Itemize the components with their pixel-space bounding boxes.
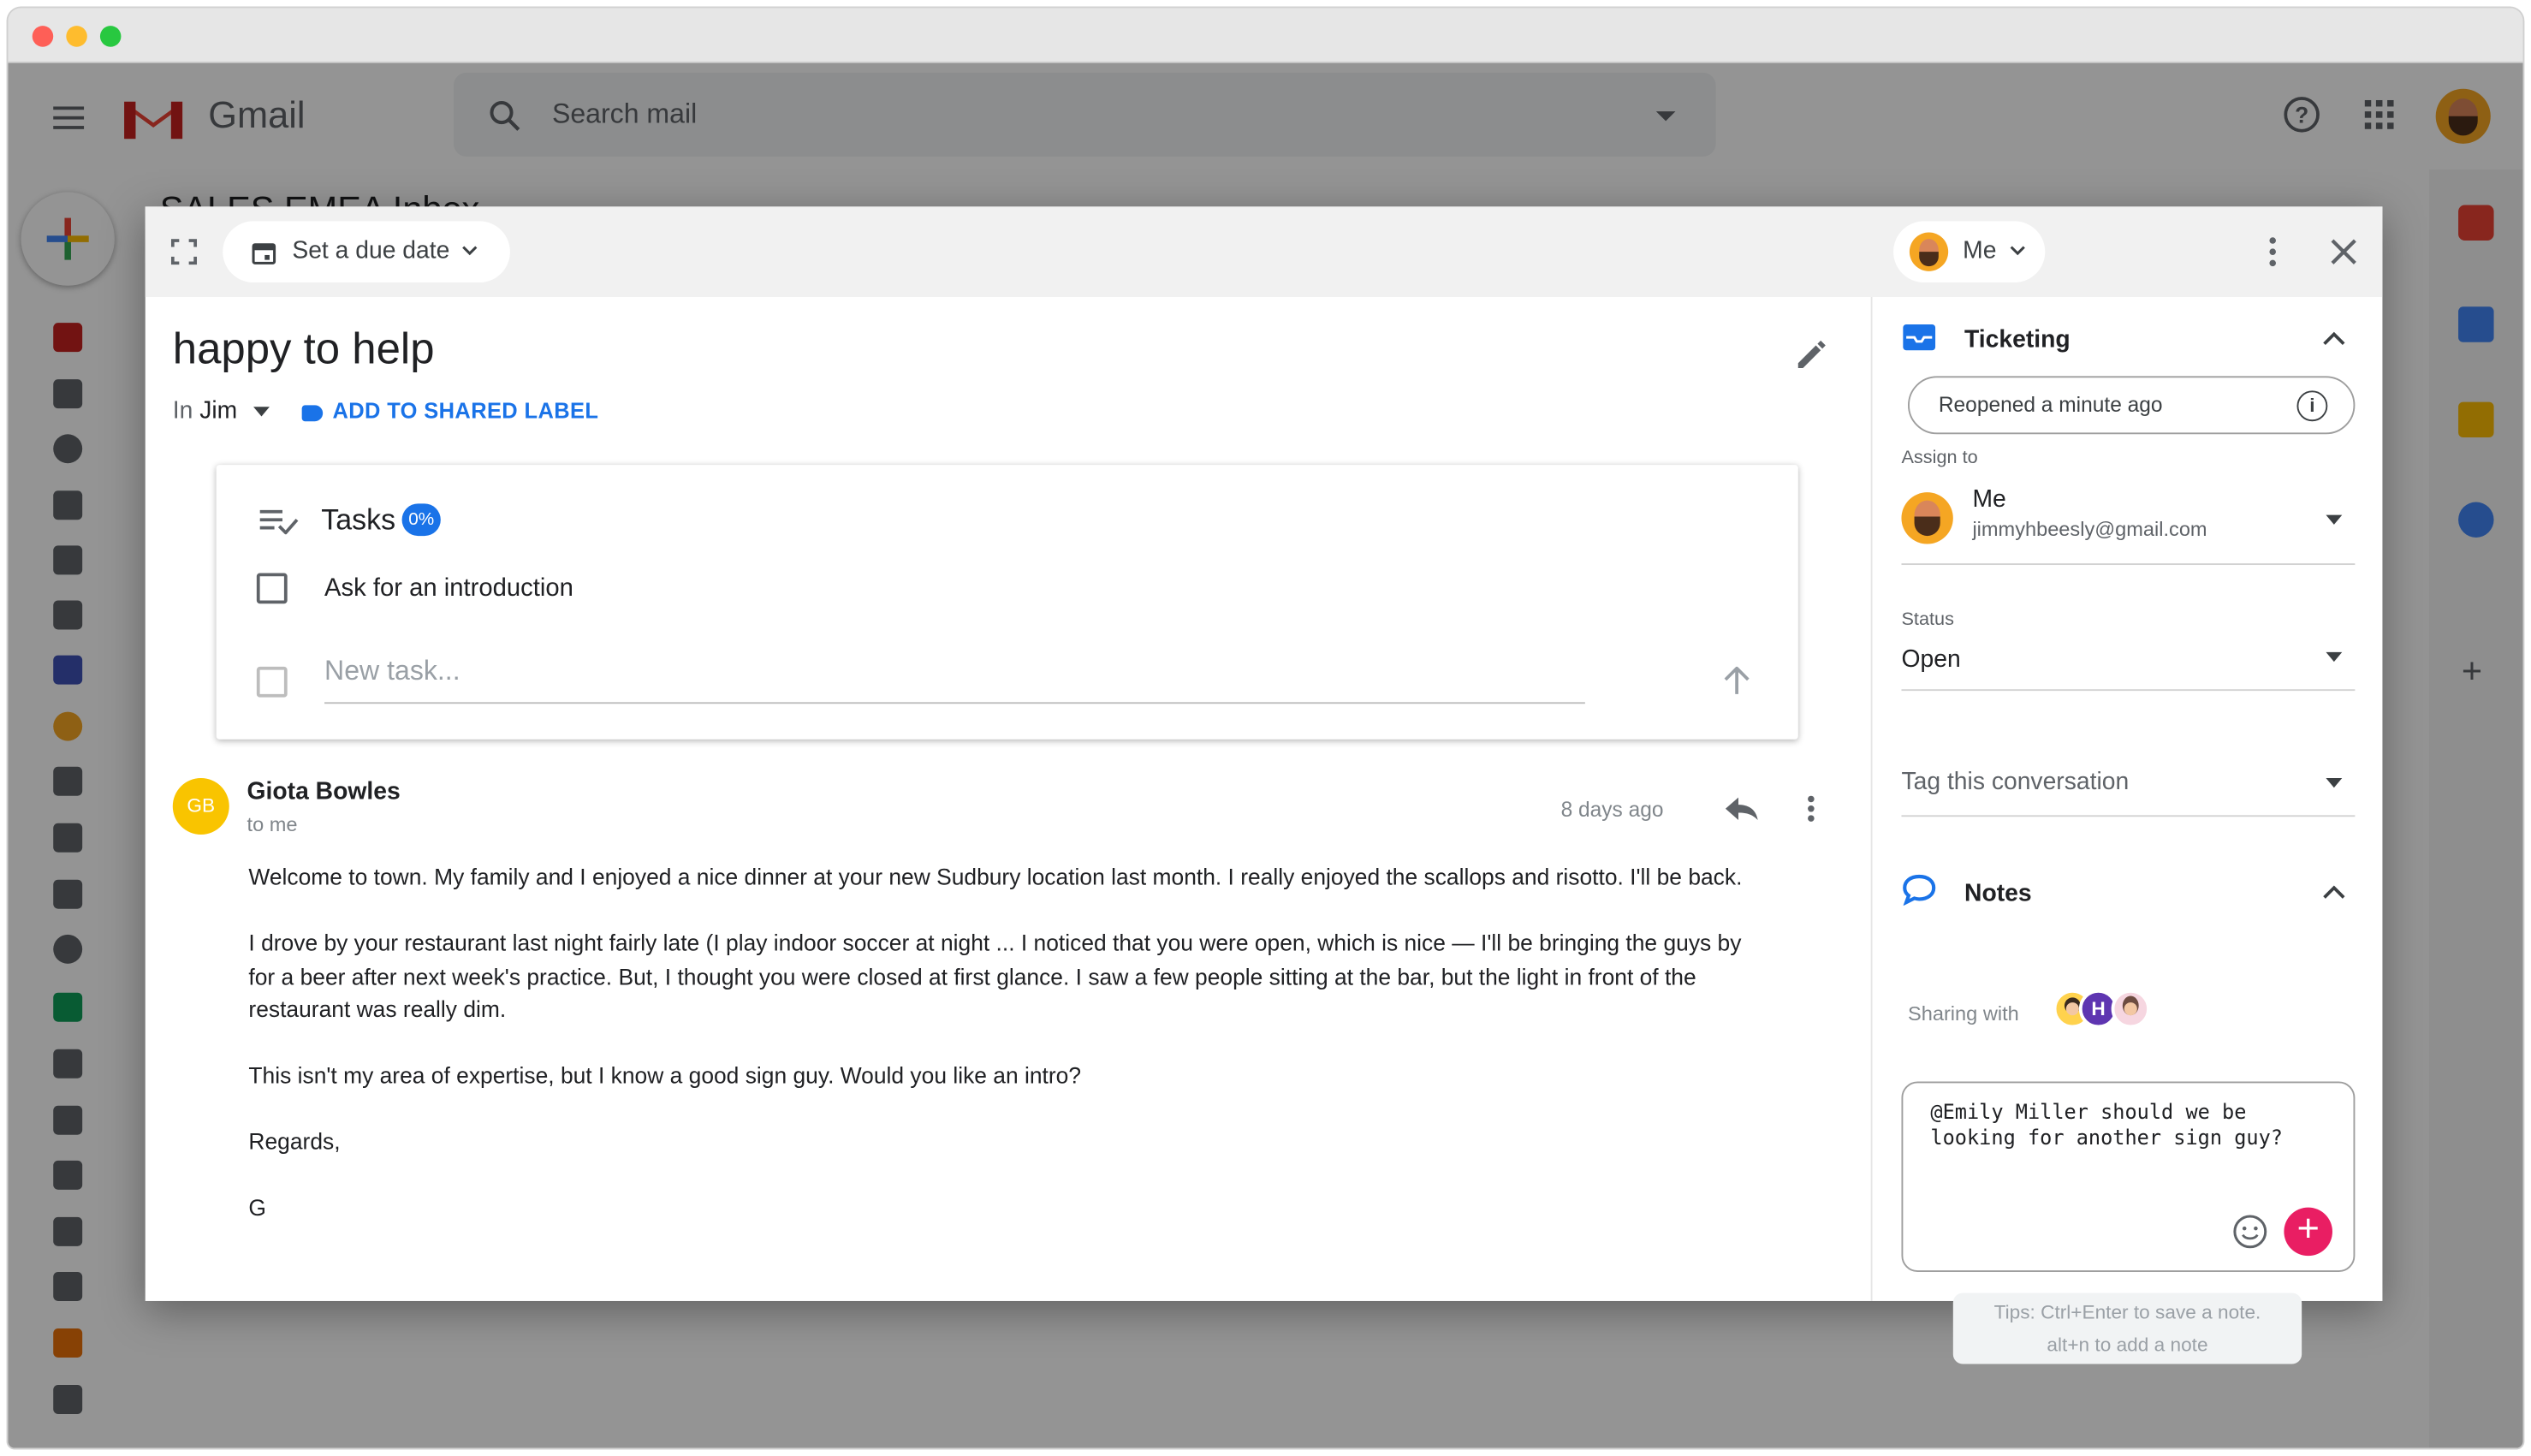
tag-conversation-select[interactable]: Tag this conversation: [1901, 769, 2129, 796]
inbox-selector[interactable]: In Jim: [173, 397, 270, 425]
new-task-underline: [324, 702, 1585, 704]
note-input[interactable]: @Emily Miller should we be looking for a…: [1901, 1081, 2356, 1273]
new-task-input[interactable]: New task...: [324, 656, 460, 688]
message-paragraph: G: [248, 1194, 266, 1221]
expand-icon[interactable]: [170, 239, 198, 265]
reopened-text: Reopened a minute ago: [1938, 392, 2163, 417]
tips-box: Tips: Ctrl+Enter to save a note. alt+n t…: [1952, 1293, 2302, 1364]
inbox-tray-icon: [1903, 324, 1936, 351]
assignee-email[interactable]: jimmyhbeesly@gmail.com: [1972, 518, 2207, 540]
chevron-down-icon: [462, 246, 478, 256]
sender-avatar: GB: [172, 777, 229, 835]
conversation-pane: happy to help In Jim ADD TO SHARED LABEL…: [146, 297, 1871, 1301]
tips-line: alt+n to add a note: [2047, 1333, 2208, 1357]
message-paragraph: This isn't my area of expertise, but I k…: [248, 1061, 1082, 1089]
submit-task-arrow-icon[interactable]: [1724, 666, 1750, 696]
message-date: 8 days ago: [1560, 797, 1664, 822]
minimize-window-button[interactable]: [66, 26, 87, 47]
subject-title: happy to help: [172, 324, 435, 373]
task-item[interactable]: Ask for an introduction: [324, 574, 573, 603]
collapse-notes-chevron-icon[interactable]: [2323, 884, 2345, 899]
due-date-label: Set a due date: [292, 237, 450, 265]
tag-underline: [1901, 815, 2356, 817]
sharing-with-label: Sharing with: [1908, 1002, 2019, 1025]
add-shared-label-link[interactable]: ADD TO SHARED LABEL: [332, 399, 598, 423]
status-dropdown-icon[interactable]: [2326, 651, 2343, 663]
tasks-progress-badge: 0%: [401, 503, 441, 537]
notes-chat-icon: [1903, 874, 1936, 906]
status-select[interactable]: Open: [1901, 645, 1960, 673]
message-more-icon[interactable]: [1808, 795, 1815, 822]
edit-pencil-icon[interactable]: [1795, 339, 1827, 371]
sender-name[interactable]: Giota Bowles: [247, 778, 401, 805]
modal-toolbar: Set a due date Me: [145, 206, 2383, 297]
new-task-checkbox[interactable]: [256, 666, 288, 698]
collapse-ticketing-chevron-icon[interactable]: [2323, 331, 2345, 346]
assignee-dropdown-icon[interactable]: [2326, 514, 2343, 525]
assign-to-label: Assign to: [1901, 449, 1978, 468]
tag-dropdown-icon[interactable]: [2326, 777, 2343, 788]
message-body: Welcome to town. My family and I enjoyed…: [248, 860, 1766, 1257]
note-text[interactable]: @Emily Miller should we be looking for a…: [1930, 1099, 2333, 1150]
assignee-underline: [1901, 563, 2356, 566]
task-checkbox[interactable]: [256, 573, 288, 604]
collaborator-avatar[interactable]: [2111, 989, 2150, 1029]
inbox-name: Jim: [199, 396, 238, 425]
reply-icon[interactable]: [1724, 796, 1759, 822]
label-tag-icon: [301, 405, 324, 422]
zoom-window-button[interactable]: [99, 26, 122, 47]
emoji-icon[interactable]: [2232, 1214, 2267, 1249]
info-icon[interactable]: i: [2296, 390, 2328, 422]
checklist-icon: [259, 509, 299, 535]
ticket-status-chip: Reopened a minute ago i: [1908, 376, 2356, 435]
status-underline: [1901, 689, 2356, 692]
screen: Gmail Search mail ? + Set a due date Me …: [0, 0, 2531, 1456]
in-prefix: In: [172, 396, 193, 425]
recipient-summary[interactable]: to me: [247, 813, 298, 835]
tasks-title: Tasks: [321, 503, 396, 537]
message-paragraph: I drove by your restaurant last night fa…: [248, 930, 1742, 1022]
assignee-button[interactable]: Me: [1893, 221, 2046, 283]
ticket-modal: Set a due date Me happy to help In Jim A…: [145, 206, 2383, 1364]
tasks-card: Tasks 0% Ask for an introduction New tas…: [216, 465, 1798, 740]
close-icon[interactable]: [2329, 237, 2358, 266]
calendar-icon: [252, 243, 276, 264]
window-titlebar: [8, 8, 2523, 63]
close-window-button[interactable]: [32, 26, 54, 47]
assignee-avatar: [1901, 492, 1953, 544]
status-label: Status: [1901, 609, 1954, 630]
assignee-name[interactable]: Me: [1972, 486, 2005, 514]
due-date-button[interactable]: Set a due date: [223, 221, 510, 283]
more-options-icon[interactable]: [2269, 237, 2276, 267]
assignee-pill-label: Me: [1963, 237, 1997, 265]
notes-title: Notes: [1964, 879, 2032, 907]
ticketing-title: Ticketing: [1964, 325, 2071, 354]
add-note-button[interactable]: +: [2284, 1207, 2332, 1257]
message-paragraph: Regards,: [248, 1128, 341, 1155]
chevron-down-icon: [253, 407, 270, 417]
assignee-avatar: [1909, 232, 1949, 271]
tips-line: Tips: Ctrl+Enter to save a note.: [1993, 1300, 2261, 1324]
ticket-sidebar: Ticketing Reopened a minute ago i Assign…: [1870, 296, 2383, 1364]
message-paragraph: Welcome to town. My family and I enjoyed…: [248, 863, 1743, 890]
chevron-down-icon: [2010, 246, 2025, 256]
